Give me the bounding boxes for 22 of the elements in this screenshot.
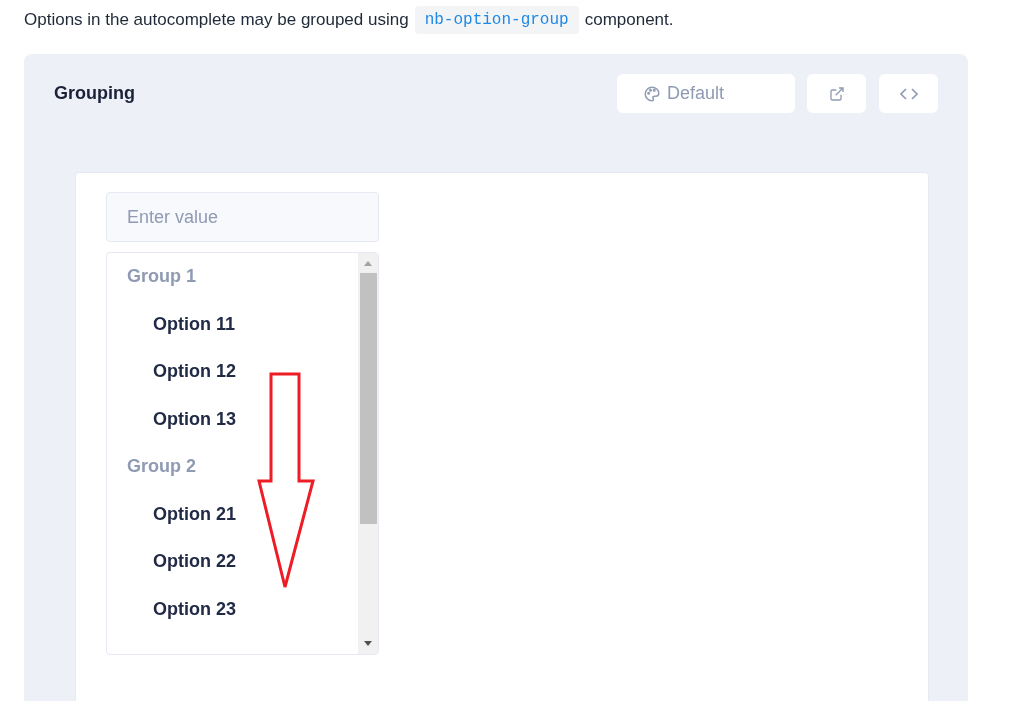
option-item[interactable]: Option 23	[127, 585, 358, 633]
example-title: Grouping	[54, 82, 136, 105]
external-link-icon	[828, 85, 845, 102]
palette-icon	[643, 84, 661, 103]
code-icon	[899, 86, 918, 101]
group-label: Group 2	[127, 455, 196, 479]
group-label: Group 1	[127, 265, 196, 289]
scrollbar-thumb[interactable]	[359, 273, 377, 524]
intro-text: Options in the autocomplete may be grouped using	[24, 9, 409, 32]
option-item[interactable]: Option 22	[127, 538, 358, 586]
intro-text: component.	[584, 9, 674, 32]
option-item[interactable]: Option 12	[127, 348, 358, 396]
open-external-button[interactable]	[807, 74, 866, 113]
scroll-down-icon	[364, 641, 372, 646]
option-item[interactable]: Option 13	[127, 395, 358, 443]
option-item[interactable]: Option 11	[127, 300, 358, 348]
code-snippet: nb-option-group	[414, 6, 579, 34]
scrollbar[interactable]	[358, 253, 378, 654]
option-item[interactable]: Option 21	[127, 490, 358, 538]
input-field[interactable]: Enter value	[106, 192, 379, 242]
scroll-up-icon	[364, 261, 372, 266]
code-button[interactable]	[879, 74, 938, 113]
